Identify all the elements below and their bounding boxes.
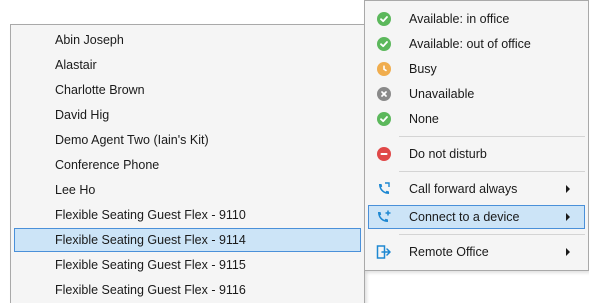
status-menu: Available: in office Available: out of o…	[364, 0, 589, 271]
device-item-conference-phone[interactable]: Conference Phone	[14, 153, 361, 177]
device-label: Alastair	[55, 58, 97, 72]
available-check-icon	[376, 11, 392, 27]
device-item-flex-9116[interactable]: Flexible Seating Guest Flex - 9116	[14, 278, 361, 302]
call-forward-always[interactable]: Call forward always	[368, 177, 585, 201]
submenu-arrow-icon	[566, 248, 570, 256]
remote-office-icon	[376, 244, 392, 260]
busy-clock-icon	[376, 61, 392, 77]
menu-label: Remote Office	[409, 245, 489, 259]
device-label: Conference Phone	[55, 158, 160, 172]
status-label: Available: in office	[409, 12, 510, 26]
device-label: Flexible Seating Guest Flex - 9115	[55, 258, 246, 272]
menu-separator	[399, 234, 585, 235]
device-item-alastair[interactable]: Alastair	[14, 53, 361, 77]
status-do-not-disturb[interactable]: Do not disturb	[368, 142, 585, 166]
device-label: Abin Joseph	[55, 33, 124, 47]
device-submenu: Abin Joseph Alastair Charlotte Brown Dav…	[10, 24, 365, 303]
dnd-minus-icon	[376, 146, 392, 162]
device-item-abin-joseph[interactable]: Abin Joseph	[14, 28, 361, 52]
screen: Abin Joseph Alastair Charlotte Brown Dav…	[0, 0, 589, 303]
device-item-demo-agent-two[interactable]: Demo Agent Two (Iain's Kit)	[14, 128, 361, 152]
call-forward-icon	[376, 181, 392, 197]
menu-label: Call forward always	[409, 182, 518, 196]
remote-office[interactable]: Remote Office	[368, 240, 585, 264]
device-item-flex-9115[interactable]: Flexible Seating Guest Flex - 9115	[14, 253, 361, 277]
status-label: Unavailable	[409, 87, 475, 101]
unavailable-x-icon	[376, 86, 392, 102]
status-available-out-of-office[interactable]: Available: out of office	[368, 32, 585, 56]
submenu-arrow-icon	[566, 213, 570, 221]
menu-label: Connect to a device	[409, 210, 520, 224]
available-check-icon	[376, 36, 392, 52]
status-label: Do not disturb	[409, 147, 487, 161]
menu-separator	[399, 136, 585, 137]
connect-device-icon	[376, 209, 392, 225]
device-label: Lee Ho	[55, 183, 96, 197]
status-label: Available: out of office	[409, 37, 531, 51]
status-busy[interactable]: Busy	[368, 57, 585, 81]
device-label: Demo Agent Two (Iain's Kit)	[55, 133, 209, 147]
submenu-arrow-icon	[566, 185, 570, 193]
none-check-icon	[376, 111, 392, 127]
device-label: Charlotte Brown	[55, 83, 145, 97]
device-item-david-hig[interactable]: David Hig	[14, 103, 361, 127]
device-item-flex-9110[interactable]: Flexible Seating Guest Flex - 9110	[14, 203, 361, 227]
status-unavailable[interactable]: Unavailable	[368, 82, 585, 106]
device-item-charlotte-brown[interactable]: Charlotte Brown	[14, 78, 361, 102]
status-label: Busy	[409, 62, 437, 76]
device-label: David Hig	[55, 108, 110, 122]
status-none[interactable]: None	[368, 107, 585, 131]
menu-separator	[399, 171, 585, 172]
device-item-flex-9114[interactable]: Flexible Seating Guest Flex - 9114	[14, 228, 361, 252]
device-item-lee-ho[interactable]: Lee Ho	[14, 178, 361, 202]
connect-to-a-device[interactable]: Connect to a device	[368, 205, 585, 229]
device-label: Flexible Seating Guest Flex - 9116	[55, 283, 246, 297]
device-label: Flexible Seating Guest Flex - 9110	[55, 208, 246, 222]
device-label: Flexible Seating Guest Flex - 9114	[55, 233, 246, 247]
status-available-in-office[interactable]: Available: in office	[368, 7, 585, 31]
status-label: None	[409, 112, 439, 126]
